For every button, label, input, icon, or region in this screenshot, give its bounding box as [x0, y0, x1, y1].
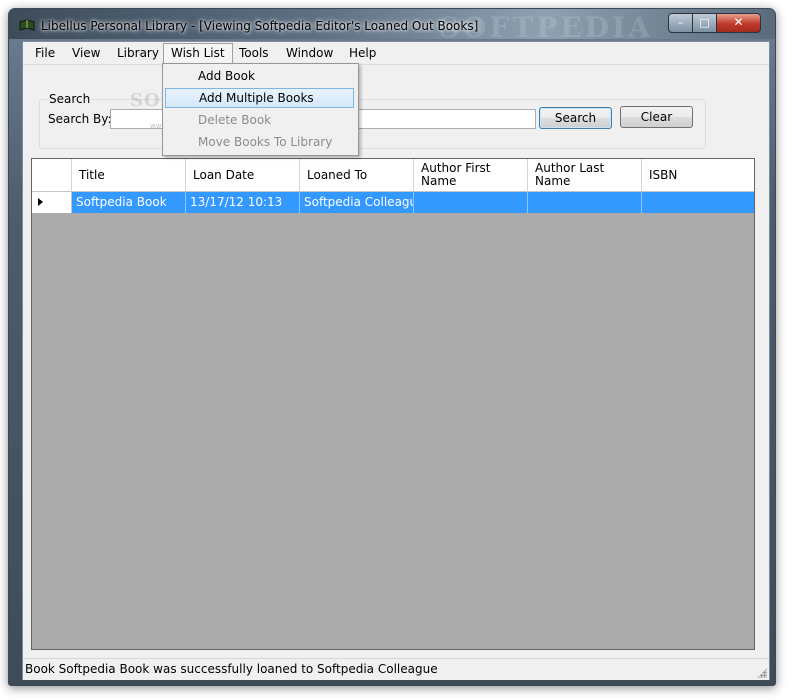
column-header-loan-date[interactable]: Loan Date: [186, 159, 300, 191]
cell-isbn[interactable]: [642, 192, 754, 213]
minimize-button[interactable]: –: [668, 13, 693, 33]
current-row-arrow-icon: [38, 198, 43, 206]
client-area: File View Library Wish List Tools Window…: [22, 41, 770, 680]
row-header-corner[interactable]: [32, 159, 72, 191]
menu-view[interactable]: View: [65, 44, 107, 62]
app-window: SOFTPEDIA Libellus Personal Library - [V…: [8, 8, 776, 686]
column-header-author-last-name[interactable]: Author Last Name: [528, 159, 642, 191]
table-row[interactable]: Softpedia Book 13/17/12 10:13 Softpedia …: [32, 192, 754, 213]
search-group-label: Search: [47, 92, 93, 106]
menu-item-add-multiple-books[interactable]: Add Multiple Books: [165, 88, 354, 108]
wish-list-dropdown-menu: Add Book Add Multiple Books Delete Book …: [162, 63, 359, 156]
status-text: Book Softpedia Book was successfully loa…: [25, 662, 438, 676]
close-button[interactable]: ✕: [716, 13, 761, 33]
clear-button[interactable]: Clear: [620, 106, 693, 128]
menu-tools[interactable]: Tools: [232, 44, 276, 62]
menu-bar: File View Library Wish List Tools Window…: [23, 42, 769, 65]
cell-author-first-name[interactable]: [414, 192, 528, 213]
book-app-icon: [19, 19, 35, 31]
column-header-loaned-to[interactable]: Loaned To: [300, 159, 414, 191]
menu-file[interactable]: File: [28, 44, 62, 62]
menu-window[interactable]: Window: [279, 44, 340, 62]
row-header[interactable]: [32, 192, 72, 213]
column-header-isbn[interactable]: ISBN: [642, 159, 754, 191]
cell-loaned-to[interactable]: Softpedia Colleague: [300, 192, 414, 213]
search-button[interactable]: Search: [539, 107, 612, 129]
loans-grid[interactable]: Title Loan Date Loaned To Author First N…: [31, 158, 755, 650]
menu-library[interactable]: Library: [110, 44, 166, 62]
search-by-label: Search By:: [48, 112, 112, 126]
maximize-button[interactable]: □: [692, 13, 717, 33]
menu-item-add-book[interactable]: Add Book: [165, 66, 354, 86]
title-bar[interactable]: SOFTPEDIA Libellus Personal Library - [V…: [9, 9, 775, 44]
cell-title[interactable]: Softpedia Book: [72, 192, 186, 213]
menu-help[interactable]: Help: [342, 44, 383, 62]
cell-loan-date[interactable]: 13/17/12 10:13: [186, 192, 300, 213]
menu-item-move-books-to-library: Move Books To Library: [198, 135, 333, 149]
column-header-author-first-name[interactable]: Author First Name: [414, 159, 528, 191]
cell-author-last-name[interactable]: [528, 192, 642, 213]
resize-grip-icon[interactable]: [757, 668, 767, 678]
window-title: Libellus Personal Library - [Viewing Sof…: [41, 19, 479, 33]
column-header-title[interactable]: Title: [72, 159, 186, 191]
menu-wish-list[interactable]: Wish List: [163, 43, 233, 65]
status-bar: Book Softpedia Book was successfully loa…: [23, 658, 769, 680]
grid-header: Title Loan Date Loaned To Author First N…: [32, 159, 754, 192]
menu-item-delete-book: Delete Book: [198, 113, 272, 127]
